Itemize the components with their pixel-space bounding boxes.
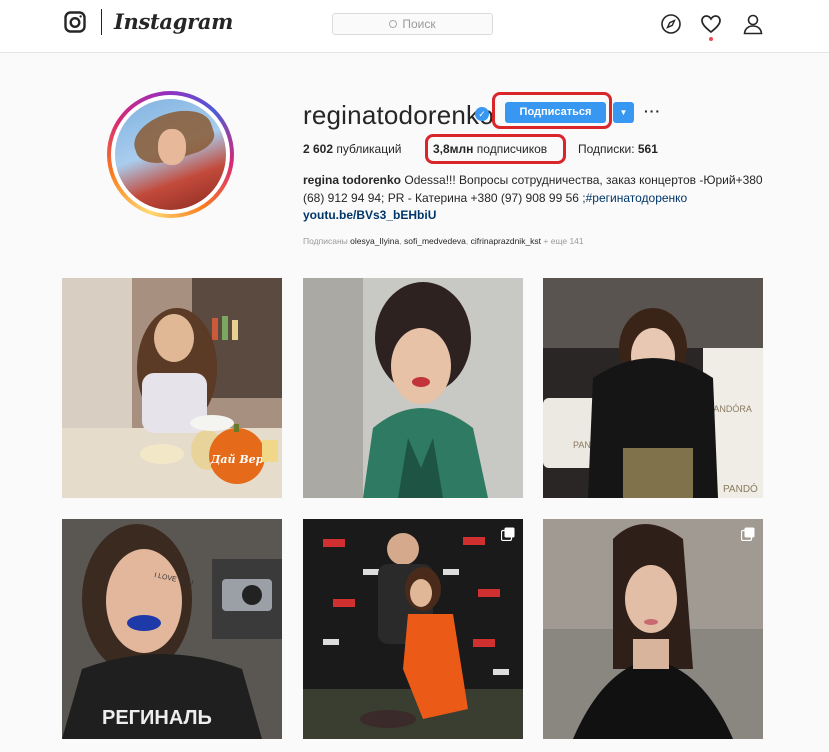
instagram-glyph-icon[interactable] xyxy=(64,11,86,33)
bio-line-1: Odessa!!! Вопросы сотрудничества, заказ … xyxy=(404,173,763,187)
annotation-highlight-follow xyxy=(492,92,612,129)
followed-by-more: + еще 141 xyxy=(543,236,584,246)
shirt-text: РЕГИНАЛЬ xyxy=(102,707,212,729)
post-image: Дай Вер xyxy=(62,278,282,498)
profile-username: reginatodorenko xyxy=(303,100,494,130)
brand-sign: PANDÓRA xyxy=(708,404,752,414)
followed-by-text[interactable]: Подписаны olesya_Ilyina, sofi_medvedeva,… xyxy=(303,236,584,246)
posts-label: публикаций xyxy=(336,142,402,156)
post-thumbnail[interactable]: PANDÓRA PANDÓRA PANDÓ xyxy=(543,278,763,498)
bio-url-link[interactable]: youtu.be/BVs3_bEHbiU xyxy=(303,207,773,225)
logo-divider xyxy=(101,9,102,35)
bio-line-2: (68) 912 94 94; PR - Катерина +380 (97) … xyxy=(303,190,586,205)
posts-count: 2 602 xyxy=(303,142,334,156)
activity-heart-icon[interactable] xyxy=(700,13,722,35)
post-thumbnail[interactable] xyxy=(543,519,763,739)
post-thumbnail[interactable]: I LOVE YOU РЕГИНАЛЬ xyxy=(62,519,282,739)
post-thumbnail[interactable]: Дай Вер xyxy=(62,278,282,498)
search-input[interactable]: Поиск xyxy=(332,13,493,35)
followed-by-user: sofi_medvedeva xyxy=(404,236,466,246)
posts-stat: 2 602 публикаций xyxy=(303,142,402,156)
post-image: PANDÓRA PANDÓRA PANDÓ xyxy=(543,278,763,498)
post-thumbnail[interactable] xyxy=(303,519,523,739)
follow-dropdown-button[interactable]: ▼ xyxy=(613,102,634,123)
followed-by-user: cifrinaprazdnik_kst xyxy=(470,236,542,246)
post-thumbnail[interactable] xyxy=(303,278,523,498)
more-options-icon[interactable]: ··· xyxy=(644,103,661,119)
followed-by-user: olesya_Ilyina xyxy=(350,236,400,246)
followed-by-prefix: Подписаны xyxy=(303,236,348,246)
following-count: 561 xyxy=(637,142,658,156)
following-stat[interactable]: Подписки: 561 xyxy=(578,142,658,156)
instagram-wordmark[interactable]: Instagram xyxy=(114,9,233,34)
avatar-photo xyxy=(115,99,226,210)
profile-person-icon[interactable] xyxy=(742,13,764,35)
annotation-highlight-followers xyxy=(425,134,566,164)
bio-hashtag-link[interactable]: #регинатодоренко xyxy=(586,191,688,205)
pumpkin-label: Дай Вер xyxy=(210,453,264,466)
post-image: I LOVE YOU РЕГИНАЛЬ xyxy=(62,519,282,739)
multiple-photos-icon xyxy=(741,527,755,541)
notification-dot xyxy=(709,37,713,41)
top-navigation-bar: Instagram Поиск xyxy=(0,0,829,53)
multiple-photos-icon xyxy=(501,527,515,541)
profile-avatar[interactable] xyxy=(107,91,234,218)
explore-compass-icon[interactable] xyxy=(660,13,682,35)
bio-full-name: regina todorenko xyxy=(303,173,402,187)
post-image xyxy=(543,519,763,739)
post-image xyxy=(303,278,523,498)
profile-bio: regina todorenko Odessa!!! Вопросы сотру… xyxy=(303,172,773,225)
following-label: Подписки: xyxy=(578,142,635,156)
search-placeholder: Поиск xyxy=(402,17,436,31)
brand-sign: PANDÓ xyxy=(723,482,758,495)
verified-badge-icon: ✓ xyxy=(475,107,489,121)
search-icon xyxy=(389,20,398,28)
post-image xyxy=(303,519,523,739)
